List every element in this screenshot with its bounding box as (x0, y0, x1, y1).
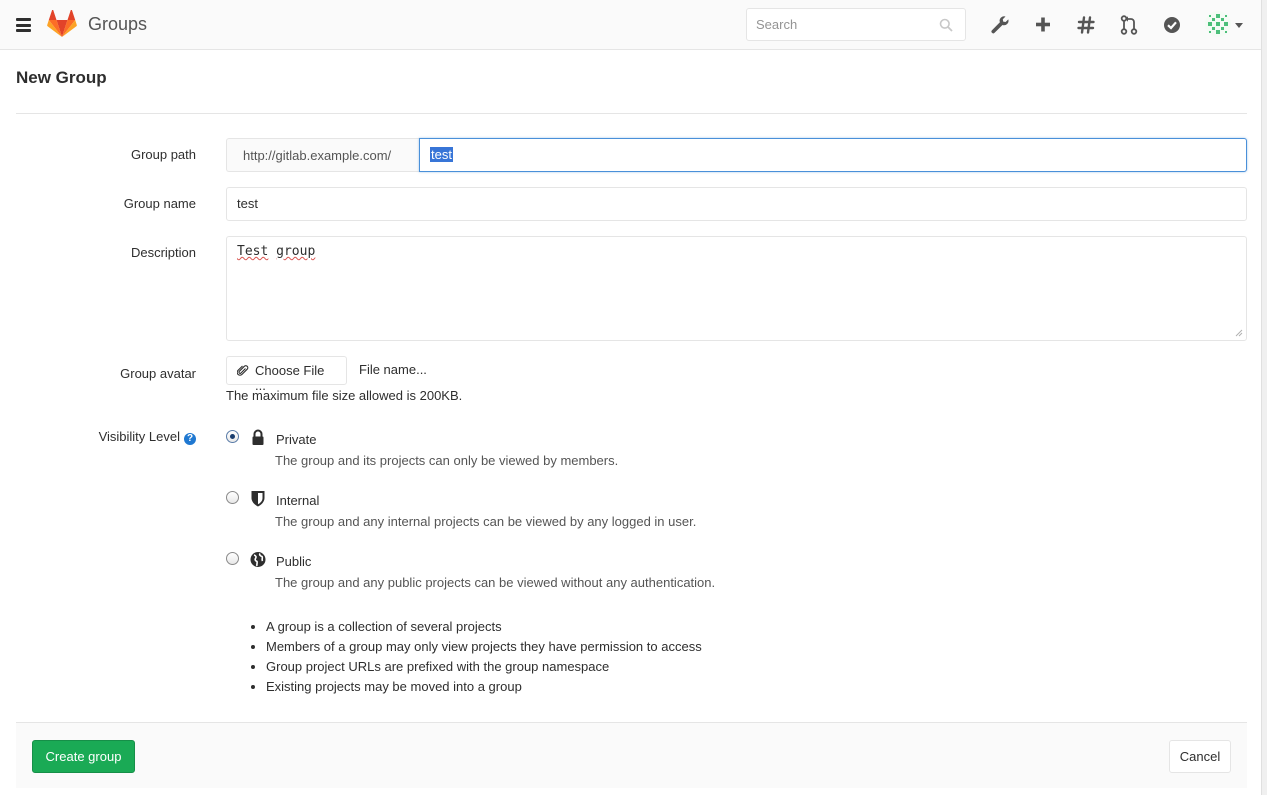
user-avatar (1205, 11, 1231, 37)
list-item: A group is a collection of several proje… (266, 617, 702, 637)
description-word: Test (237, 244, 269, 259)
group-path-input[interactable]: test (419, 138, 1247, 172)
description-label: Description (130, 245, 196, 260)
visibility-desc-private: The group and its projects can only be v… (275, 453, 619, 468)
form-actions (16, 722, 1247, 788)
nav-title[interactable]: Groups (88, 14, 147, 35)
merge-request-icon[interactable] (1118, 14, 1140, 36)
choose-file-button[interactable]: Choose File ... (226, 356, 347, 393)
shield-icon (251, 491, 265, 507)
search-input[interactable] (747, 9, 927, 40)
todo-check-icon[interactable] (1161, 14, 1183, 36)
divider (16, 113, 1247, 114)
menu-icon[interactable] (16, 18, 31, 32)
plus-icon[interactable] (1032, 14, 1054, 36)
group-name-value: test (237, 196, 258, 211)
wrench-icon[interactable] (989, 14, 1011, 36)
gitlab-logo[interactable] (47, 10, 77, 38)
visibility-desc-public: The group and any public projects can be… (275, 575, 716, 590)
hash-icon[interactable] (1075, 14, 1097, 36)
description-textarea[interactable]: Test group (226, 236, 1247, 341)
create-group-button[interactable]: Create group (32, 740, 135, 773)
list-item: Members of a group may only view project… (266, 637, 702, 657)
visibility-title-public[interactable]: Public (276, 554, 311, 569)
group-avatar-label: Group avatar (120, 366, 196, 381)
resize-grip-icon[interactable] (1235, 329, 1243, 337)
visibility-title-private[interactable]: Private (276, 432, 316, 447)
group-path-value: test (430, 147, 453, 162)
group-name-input[interactable]: test (226, 187, 1247, 221)
page-title: New Group (16, 68, 107, 87)
search-icon (939, 18, 953, 32)
caret-down-icon (1235, 23, 1243, 28)
visibility-radio-public[interactable] (226, 552, 239, 565)
search-box[interactable] (746, 8, 966, 41)
paperclip-icon (237, 365, 249, 376)
globe-icon (250, 552, 266, 567)
list-item: Group project URLs are prefixed with the… (266, 657, 702, 677)
visibility-radio-internal[interactable] (226, 491, 239, 504)
description-word: group (276, 244, 316, 259)
help-icon[interactable]: ? (184, 433, 196, 445)
group-name-label: Group name (123, 196, 196, 211)
list-item: Existing projects may be moved into a gr… (266, 677, 702, 697)
file-name-text: File name... (359, 362, 427, 377)
scrollbar[interactable] (1261, 0, 1267, 795)
visibility-label-wrap: Visibility Level? (16, 429, 196, 445)
cancel-button[interactable]: Cancel (1169, 740, 1231, 773)
visibility-title-internal[interactable]: Internal (276, 493, 319, 508)
lock-icon (252, 429, 264, 445)
group-path-prefix: http://gitlab.example.com/ (226, 138, 420, 172)
file-size-help: The maximum file size allowed is 200KB. (226, 388, 463, 403)
group-path-label: Group path (130, 147, 196, 162)
visibility-label: Visibility Level (98, 429, 180, 444)
visibility-desc-internal: The group and any internal projects can … (275, 514, 697, 529)
top-navbar: Groups (0, 0, 1261, 50)
visibility-radio-private[interactable] (226, 430, 239, 443)
user-menu[interactable] (1205, 11, 1247, 39)
group-info-list: A group is a collection of several proje… (250, 617, 702, 697)
